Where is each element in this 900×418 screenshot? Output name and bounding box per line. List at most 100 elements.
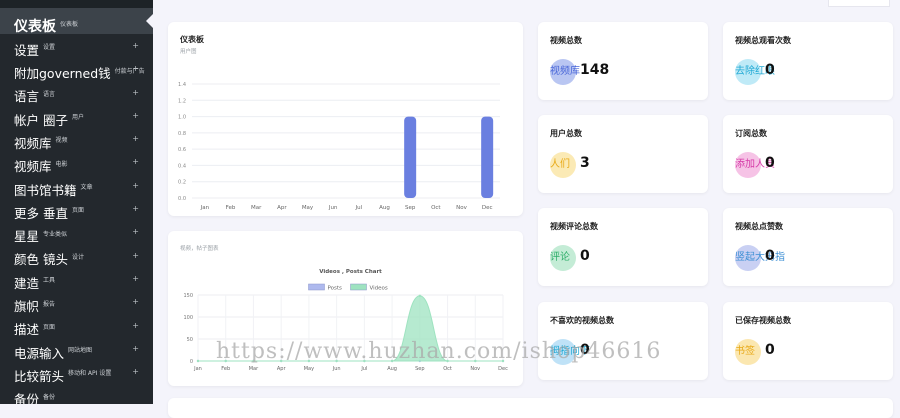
stat-card: 已保存视频总数书签 0	[723, 302, 893, 380]
sidebar-item[interactable]: 图书馆书籍 文章 +	[0, 174, 153, 197]
stat-value: 3	[580, 155, 590, 171]
stat-value: 148	[580, 62, 610, 78]
x-tick-label: Oct	[443, 366, 452, 372]
sidebar-item-sublabel: 报告	[43, 300, 56, 308]
expand-plus-icon[interactable]: +	[132, 181, 139, 190]
expand-plus-icon[interactable]: +	[132, 134, 139, 143]
y-tick-label: 150	[183, 293, 193, 299]
sidebar-item[interactable]: 附加governed钱 付款与广告 +	[0, 57, 153, 80]
stat-value: 0	[580, 248, 590, 264]
stat-title: 用户总数	[550, 129, 582, 138]
sidebar-item-label: 星星	[14, 229, 40, 245]
sidebar-item-label: 图书馆书籍	[14, 182, 77, 198]
sidebar-item[interactable]: 星星 专业类似 +	[0, 220, 153, 243]
legend-label: Videos	[370, 286, 388, 292]
y-tick-label: 0	[190, 359, 193, 365]
sidebar-item-label: 帐户 圈子	[14, 112, 68, 128]
x-tick-label: Feb	[226, 205, 236, 211]
stat-card: 订阅总数 添加人员 0	[723, 115, 893, 193]
sidebar-item-sublabel: 页面	[43, 323, 56, 331]
x-tick-label: Jan	[200, 205, 210, 211]
stat-icon: 添加人员	[735, 152, 775, 178]
x-tick-label: Jul	[360, 366, 367, 372]
stat-value: 0	[765, 155, 775, 171]
sidebar-item[interactable]: 描述 页面 +	[0, 314, 153, 337]
sidebar-item[interactable]: 更多 垂直 页面 +	[0, 197, 153, 220]
stat-icon: 人们	[550, 152, 576, 178]
sidebar-item-sublabel: 页面	[71, 207, 84, 215]
sidebar-item-label: 旗帜	[14, 299, 40, 315]
stat-card: 用户总数人们 3	[538, 115, 708, 193]
stat-icon: 视频库	[550, 59, 580, 85]
sidebar-item-label: 仪表板	[14, 19, 56, 35]
x-tick-label: Aug	[379, 205, 390, 211]
expand-plus-icon[interactable]: +	[132, 41, 139, 50]
sidebar-item[interactable]: 设置 设置 +	[0, 34, 153, 57]
top-right-control[interactable]	[828, 0, 890, 7]
stat-value: 0	[765, 62, 775, 78]
y-tick-label: 0.4	[178, 163, 186, 169]
x-tick-label: Jun	[332, 366, 341, 372]
expand-plus-icon[interactable]: +	[132, 321, 139, 330]
sidebar-item-sublabel: 付款与广告	[114, 67, 145, 75]
y-tick-label: 0.2	[178, 180, 186, 186]
sidebar-item[interactable]: 语言 语言 +	[0, 81, 153, 104]
x-tick-label: Jun	[328, 205, 338, 211]
sidebar-item-sublabel: 视频	[55, 137, 68, 145]
expand-plus-icon[interactable]: +	[132, 297, 139, 306]
expand-plus-icon[interactable]: +	[132, 88, 139, 97]
sidebar-item-label: 比较箭头	[14, 368, 65, 384]
sidebar-item-label: 建造	[14, 275, 40, 291]
stat-card: 视频总数视频库 148	[538, 22, 708, 100]
sidebar-item[interactable]: 旗帜 报告 +	[0, 290, 153, 313]
y-tick-label: 100	[183, 315, 193, 321]
x-tick-label: Sep	[405, 205, 416, 211]
legend-swatch	[308, 283, 325, 291]
sidebar-item-sublabel: 用户	[71, 114, 84, 122]
stat-title: 不喜欢的视频总数	[550, 316, 614, 325]
sidebar-item[interactable]: 比较箭头 移动和 API 设置 +	[0, 360, 153, 383]
expand-plus-icon[interactable]: +	[132, 111, 139, 120]
x-tick-label: Jul	[355, 205, 363, 211]
stat-icon: 去除红眼	[735, 59, 775, 85]
sidebar-item[interactable]: 仪表板 仪表板	[0, 8, 153, 34]
sidebar-item-label: 视频库	[14, 135, 52, 151]
y-tick-label: 1.2	[178, 98, 186, 104]
admin-sidebar: 仪表板 仪表板 设置 设置 + 附加governed钱 付款与广告 + 语言 语言 + 帐户 圈子 用户…	[0, 0, 153, 404]
expand-plus-icon[interactable]: +	[132, 64, 139, 73]
x-tick-label: Jan	[193, 366, 202, 372]
sidebar-menu: 仪表板 仪表板 设置 设置 + 附加governed钱 付款与广告 + 语言 语言 + 帐户 圈子 用户…	[0, 8, 153, 404]
chart-title: Videos , Posts Chart	[319, 269, 382, 275]
expand-plus-icon[interactable]: +	[132, 367, 139, 376]
legend-label: Posts	[328, 286, 343, 292]
expand-plus-icon[interactable]: +	[132, 274, 139, 283]
sidebar-item-label: 视频库	[14, 159, 52, 175]
sidebar-item-label: 附加governed钱	[14, 66, 111, 82]
sidebar-item[interactable]: 帐户 圈子 用户 +	[0, 104, 153, 127]
sidebar-item-sublabel: 专业类似	[43, 230, 68, 238]
sidebar-item-sublabel: 文章	[80, 184, 93, 192]
sidebar-item[interactable]: 视频库 电影 +	[0, 150, 153, 173]
expand-plus-icon[interactable]: +	[132, 227, 139, 236]
expand-plus-icon[interactable]: +	[132, 157, 139, 166]
stat-card: 视频评论总数 评论 0	[538, 208, 708, 286]
x-tick-label: Aug	[387, 366, 397, 372]
sidebar-item[interactable]: 视频库 视频 +	[0, 127, 153, 150]
expand-plus-icon[interactable]: +	[132, 204, 139, 213]
sidebar-item[interactable]: 建造 工具 +	[0, 267, 153, 290]
sidebar-item[interactable]: 备份 备份	[0, 383, 153, 404]
dashboard-users-card: 仪表板 用户图 0.0 0.2 0.4 0.6 0.8 1.0 1.2 1.4 Jan Feb Ma…	[168, 22, 523, 216]
stat-title: 已保存视频总数	[735, 316, 791, 325]
sidebar-item-sublabel: 网站地图	[68, 347, 93, 355]
x-tick-label: Apr	[277, 366, 287, 372]
sidebar-item[interactable]: 电源输入 网站地图 +	[0, 337, 153, 360]
watermark-text: https://www.huzhan.com/ishop46616	[216, 339, 662, 364]
stat-value: 0	[765, 342, 775, 358]
expand-plus-icon[interactable]: +	[132, 344, 139, 353]
sidebar-item[interactable]: 颜色 镜头 设计 +	[0, 244, 153, 267]
stat-icon: 书签	[735, 339, 761, 365]
expand-plus-icon[interactable]: +	[132, 251, 139, 260]
bar	[404, 116, 417, 198]
x-tick-label: Nov	[456, 205, 467, 211]
stat-title: 视频总数	[550, 36, 582, 45]
